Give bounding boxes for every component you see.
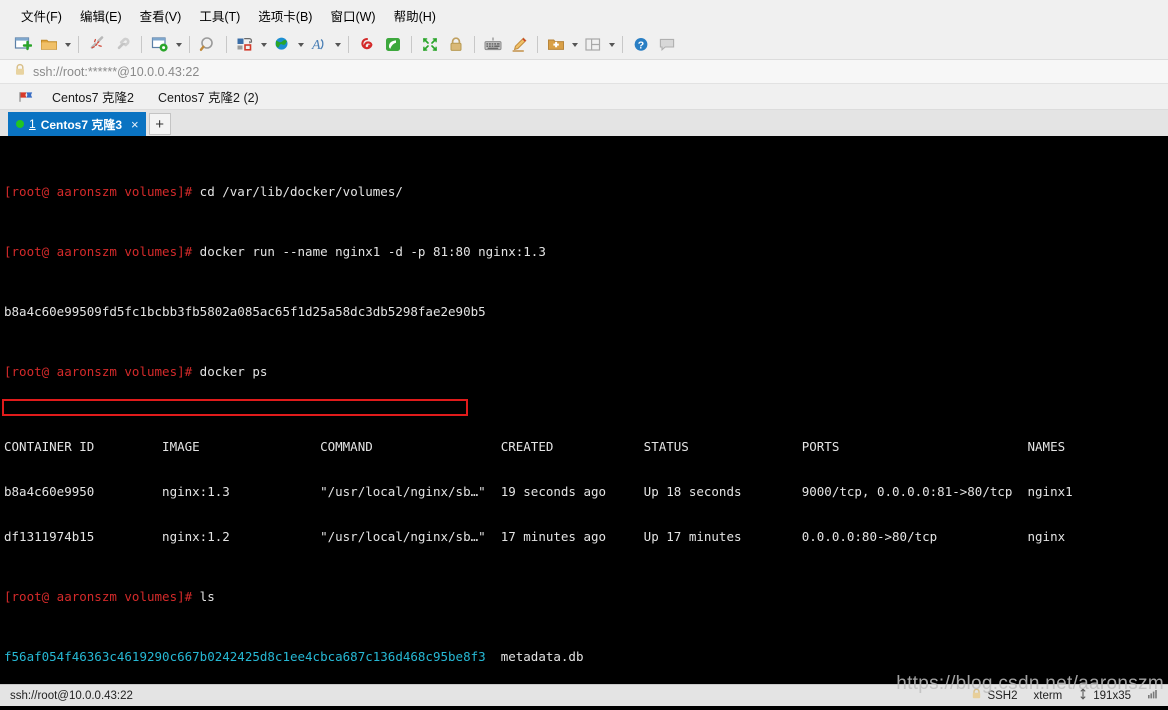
help-icon[interactable]: ?	[628, 33, 654, 57]
status-right-group: SSH2 xterm 191x35	[971, 688, 1162, 703]
address-bar[interactable]: ssh://root:******@10.0.0.43:22	[0, 60, 1168, 84]
font-dropdown-icon[interactable]	[332, 33, 343, 57]
leaf-icon[interactable]	[380, 33, 406, 57]
toolbar: A ?	[0, 30, 1168, 60]
docker-ps-row: df1311974b15 nginx:1.2 "/usr/local/nginx…	[4, 529, 1066, 544]
keyboard-icon[interactable]	[480, 33, 506, 57]
lock-icon	[14, 63, 26, 80]
menu-view[interactable]: 查看(V)	[131, 2, 191, 29]
open-folder-icon[interactable]	[36, 33, 62, 57]
fullscreen-icon[interactable]	[417, 33, 443, 57]
tab-label: Centos7 克隆3	[40, 117, 123, 132]
reconnect-icon[interactable]	[110, 33, 136, 57]
session-options-icon[interactable]	[147, 33, 173, 57]
shell-prompt: [root@ aaronszm volumes]#	[4, 184, 193, 199]
command-text: docker ps	[192, 364, 268, 379]
close-icon[interactable]: ×	[127, 117, 139, 132]
toolbar-separator-7	[474, 36, 475, 53]
menu-window[interactable]: 窗口(W)	[321, 2, 384, 29]
docker-ps-header: CONTAINER ID IMAGE COMMAND CREATED STATU…	[4, 439, 1066, 454]
toolbar-separator-6	[411, 36, 412, 53]
find-icon[interactable]	[195, 33, 221, 57]
toolbar-separator-1	[78, 36, 79, 53]
status-protocol: SSH2	[987, 689, 1018, 702]
terminal-line-docker-ps: [root@ aaronszm volumes]# docker ps	[4, 364, 1168, 379]
toolbar-separator-8	[537, 36, 538, 53]
volume-directory-name: f56af054f46363c4619290c667b0242425d8c1ee…	[4, 649, 486, 664]
toolbar-separator-4	[226, 36, 227, 53]
shell-prompt: [root@ aaronszm volumes]#	[4, 244, 193, 259]
terminal-line-docker-run: [root@ aaronszm volumes]# docker run --n…	[4, 244, 1168, 259]
status-size: 191x35	[1093, 689, 1131, 702]
tab-strip: 1 Centos7 克隆3 × +	[0, 110, 1168, 136]
disconnect-icon[interactable]	[84, 33, 110, 57]
toolbar-separator-9	[622, 36, 623, 53]
command-text: ls	[192, 589, 215, 604]
toolbar-separator-3	[189, 36, 190, 53]
session-options-dropdown-icon[interactable]	[173, 33, 184, 57]
svg-text:A: A	[311, 38, 321, 53]
status-size-cell: 191x35	[1078, 688, 1131, 703]
highlight-annotation-box	[2, 399, 468, 416]
globe-dropdown-icon[interactable]	[295, 33, 306, 57]
address-bar-url[interactable]: ssh://root:******@10.0.0.43:22	[33, 65, 199, 79]
status-bar: ssh://root@10.0.0.43:22 SSH2 xterm 191x3…	[0, 673, 1168, 706]
session-bookmark-2[interactable]: Centos7 克隆2 (2)	[148, 84, 269, 109]
command-text: docker run --name nginx1 -d -p 81:80 ngi…	[192, 244, 546, 259]
session-bookmark-bar: Centos7 克隆2 Centos7 克隆2 (2)	[0, 84, 1168, 110]
status-connection: ssh://root@10.0.0.43:22	[10, 689, 133, 702]
toolbar-separator-5	[348, 36, 349, 53]
terminal-output[interactable]: [root@ aaronszm volumes]# cd /var/lib/do…	[0, 136, 1168, 684]
menu-help[interactable]: 帮助(H)	[385, 2, 445, 29]
flag-icon	[14, 90, 38, 104]
add-folder-icon[interactable]	[543, 33, 569, 57]
tab-status-dot-icon	[16, 120, 24, 128]
add-folder-dropdown-icon[interactable]	[569, 33, 580, 57]
status-terminal-type: xterm	[1033, 689, 1063, 702]
comment-icon[interactable]	[654, 33, 680, 57]
open-folder-dropdown-icon[interactable]	[62, 33, 73, 57]
session-bookmark-1[interactable]: Centos7 克隆2	[42, 84, 144, 109]
resize-icon	[1078, 688, 1088, 703]
terminal-line-cd: [root@ aaronszm volumes]# cd /var/lib/do…	[4, 184, 1168, 199]
signal-icon	[1147, 688, 1158, 703]
highlighter-icon[interactable]	[506, 33, 532, 57]
spiral-icon[interactable]	[354, 33, 380, 57]
menu-tools[interactable]: 工具(T)	[190, 2, 249, 29]
status-protocol-cell: SSH2	[971, 688, 1018, 703]
toolbar-separator-2	[141, 36, 142, 53]
globe-icon[interactable]	[269, 33, 295, 57]
metadata-file-name: metadata.db	[500, 649, 584, 664]
docker-ps-row: b8a4c60e9950 nginx:1.3 "/usr/local/nginx…	[4, 484, 1073, 499]
split-view-dropdown-icon[interactable]	[606, 33, 617, 57]
menu-file[interactable]: 文件(F)	[12, 2, 71, 29]
secure-crt-window: 文件(F) 编辑(E) 查看(V) 工具(T) 选项卡(B) 窗口(W) 帮助(…	[0, 0, 1168, 710]
terminal-line-container-hash: b8a4c60e99509fd5fc1bcbb3fb5802a085ac65f1…	[4, 304, 486, 319]
menu-tabs[interactable]: 选项卡(B)	[249, 2, 321, 29]
font-icon[interactable]: A	[306, 33, 332, 57]
new-session-icon[interactable]	[10, 33, 36, 57]
shell-prompt: [root@ aaronszm volumes]#	[4, 364, 193, 379]
shell-prompt: [root@ aaronszm volumes]#	[4, 589, 193, 604]
svg-text:?: ?	[638, 40, 644, 52]
split-view-icon[interactable]	[580, 33, 606, 57]
lock-icon[interactable]	[443, 33, 469, 57]
transfer-icon[interactable]	[232, 33, 258, 57]
window-bottom-edge	[0, 706, 1168, 710]
terminal-line-ls-output: f56af054f46363c4619290c667b0242425d8c1ee…	[4, 649, 1168, 664]
new-tab-button[interactable]: +	[148, 113, 171, 135]
menu-edit[interactable]: 编辑(E)	[71, 2, 131, 29]
tab-index: 1	[29, 117, 36, 131]
terminal-line-ls: [root@ aaronszm volumes]# ls	[4, 589, 1168, 604]
lock-icon	[971, 688, 982, 703]
tab-centos7-clone3[interactable]: 1 Centos7 克隆3 ×	[8, 112, 146, 136]
menu-bar: 文件(F) 编辑(E) 查看(V) 工具(T) 选项卡(B) 窗口(W) 帮助(…	[0, 0, 1168, 30]
transfer-dropdown-icon[interactable]	[258, 33, 269, 57]
status-signal-cell	[1147, 688, 1158, 703]
command-text: cd /var/lib/docker/volumes/	[192, 184, 403, 199]
